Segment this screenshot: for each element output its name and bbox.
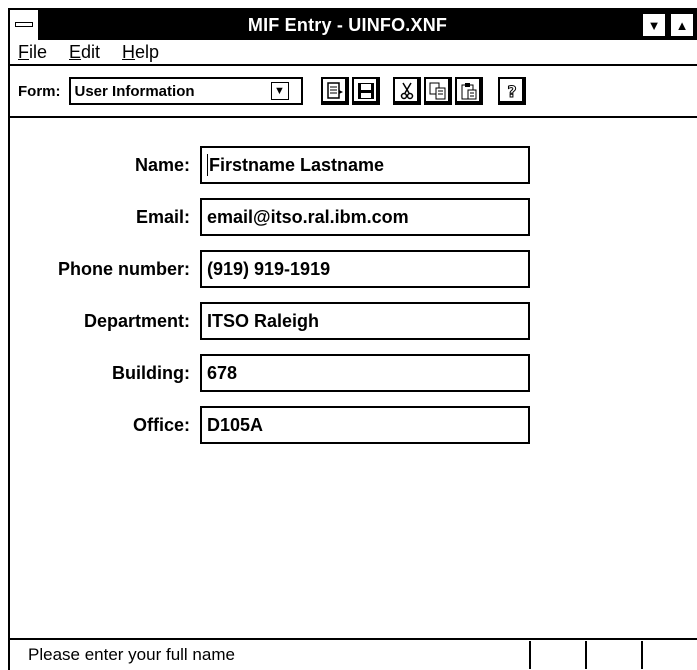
cut-button[interactable] <box>392 77 421 105</box>
status-message: Please enter your full name <box>28 645 235 664</box>
building-label: Building: <box>112 362 190 383</box>
department-row: Department: ITSO Raleigh <box>10 302 530 340</box>
menu-edit[interactable]: Edit <box>69 42 100 63</box>
form-select-value: User Information <box>74 82 195 100</box>
document-icon <box>326 82 343 99</box>
form-area: Name: Firstname Lastname Email: email@it… <box>10 118 697 618</box>
form-label: Form: <box>18 82 61 100</box>
copy-icon <box>429 82 445 100</box>
department-field[interactable]: ITSO Raleigh <box>200 302 530 340</box>
system-menu-icon[interactable] <box>10 10 40 40</box>
status-indicator-2 <box>585 641 625 669</box>
save-button[interactable] <box>351 77 380 105</box>
phone-row: Phone number: (919) 919-1919 <box>10 250 530 288</box>
question-mark-icon: ? <box>506 82 516 100</box>
menu-edit-mnemonic: E <box>69 41 82 62</box>
copy-button[interactable] <box>423 77 452 105</box>
name-label: Name: <box>134 154 190 175</box>
department-label: Department: <box>83 310 190 331</box>
menu-help-mnemonic: H <box>122 41 136 62</box>
form-select[interactable]: User Information ▼ <box>68 77 303 105</box>
scissors-icon <box>400 82 413 100</box>
phone-field[interactable]: (919) 919-1919 <box>200 250 530 288</box>
floppy-disk-icon <box>357 83 374 99</box>
email-label: Email: <box>135 206 190 227</box>
name-value: Firstname Lastname <box>209 154 385 175</box>
text-caret <box>207 154 208 176</box>
menu-file-mnemonic: F <box>18 41 29 62</box>
office-field[interactable]: D105A <box>200 406 530 444</box>
status-indicator-1 <box>529 641 569 669</box>
menu-help-label: elp <box>135 41 160 62</box>
building-field[interactable]: 678 <box>200 354 530 392</box>
paste-button[interactable] <box>454 77 483 105</box>
building-row: Building: 678 <box>10 354 530 392</box>
menu-edit-label: dit <box>81 41 101 62</box>
phone-label: Phone number: <box>57 258 190 279</box>
office-label: Office: <box>132 414 190 435</box>
email-field[interactable]: email@itso.ral.ibm.com <box>200 198 530 236</box>
name-field[interactable]: Firstname Lastname <box>200 146 530 184</box>
dropdown-arrow-icon[interactable]: ▼ <box>270 82 289 100</box>
menu-file[interactable]: File <box>18 42 47 63</box>
name-row: Name: Firstname Lastname <box>10 146 530 184</box>
svg-text:?: ? <box>507 82 516 100</box>
toolbar: Form: User Information ▼ ? <box>10 66 697 118</box>
maximize-icon[interactable]: ▲ <box>669 12 695 38</box>
help-button[interactable]: ? <box>497 77 526 105</box>
status-bar: Please enter your full name <box>10 638 697 670</box>
status-indicator-3 <box>641 641 681 669</box>
title-bar[interactable]: MIF Entry - UINFO.XNF ▼ ▲ <box>10 10 697 40</box>
menu-help[interactable]: Help <box>122 42 159 63</box>
window-title: MIF Entry - UINFO.XNF <box>247 14 448 35</box>
email-row: Email: email@itso.ral.ibm.com <box>10 198 530 236</box>
clipboard-icon <box>461 83 476 100</box>
mif-entry-window: MIF Entry - UINFO.XNF ▼ ▲ File Edit Help… <box>8 8 697 670</box>
menu-bar: File Edit Help <box>10 40 697 66</box>
minimize-icon[interactable]: ▼ <box>641 12 667 38</box>
new-document-button[interactable] <box>320 77 349 105</box>
office-row: Office: D105A <box>10 406 530 444</box>
menu-file-label: ile <box>29 41 48 62</box>
